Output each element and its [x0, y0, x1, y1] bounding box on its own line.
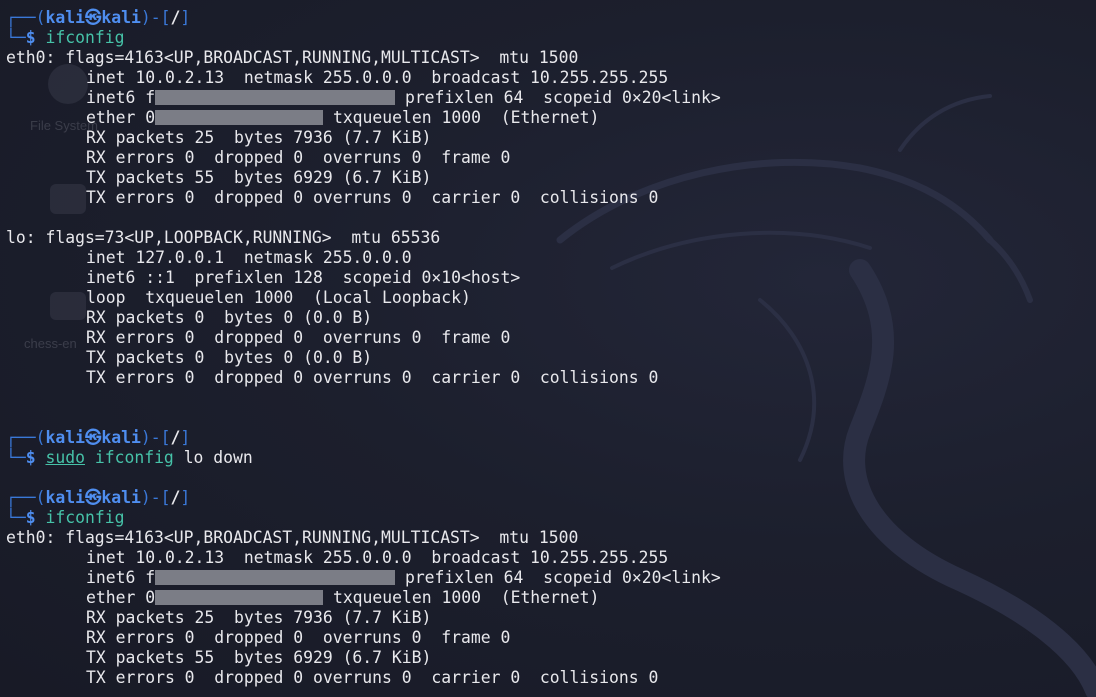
- redacted-mac: [155, 590, 324, 605]
- eth0-rx-packets: RX packets 25 bytes 7936 (7.7 KiB): [86, 128, 432, 147]
- lo-inet: inet 127.0.0.1 netmask 255.0.0.0: [86, 248, 412, 267]
- prompt-symbol: $: [25, 28, 36, 47]
- command-args: lo down: [183, 448, 253, 467]
- eth0-tx-packets: TX packets 55 bytes 6929 (6.7 KiB): [86, 168, 432, 187]
- prompt-user: kali: [45, 428, 85, 447]
- eth0-rx-errors: RX errors 0 dropped 0 overruns 0 frame 0: [86, 148, 511, 167]
- redacted-ipv6: [155, 90, 396, 105]
- command-text: ifconfig: [94, 448, 174, 467]
- prompt-line: ┌──(kali㉿kali)-[/]: [6, 428, 191, 447]
- eth0-inet: inet 10.0.2.13 netmask 255.0.0.0 broadca…: [86, 68, 669, 87]
- sudo-command: sudo: [45, 448, 85, 467]
- prompt-dir: /: [170, 488, 181, 507]
- eth0-ether: ether 0 txqueuelen 1000 (Ethernet): [86, 108, 600, 127]
- prompt-corner: ┌──(: [6, 8, 46, 27]
- lo-tx-errors: TX errors 0 dropped 0 overruns 0 carrier…: [86, 368, 659, 387]
- prompt-dir: /: [170, 428, 181, 447]
- eth0-tx-errors: TX errors 0 dropped 0 overruns 0 carrier…: [86, 668, 659, 687]
- command-text: ifconfig: [45, 28, 125, 47]
- command-line: └─$ ifconfig: [6, 508, 125, 527]
- eth0-inet6: inet6 f prefixlen 64 scopeid 0×20<link>: [86, 88, 721, 107]
- prompt-host: kali: [101, 8, 141, 27]
- prompt-host: kali: [101, 488, 141, 507]
- prompt-skull-icon: ㉿: [84, 8, 102, 27]
- lo-inet6: inet6 ::1 prefixlen 128 scopeid 0×10<hos…: [86, 268, 521, 287]
- eth0-tx-errors: TX errors 0 dropped 0 overruns 0 carrier…: [86, 188, 659, 207]
- redacted-mac: [155, 110, 324, 125]
- prompt-line: ┌──(kali㉿kali)-[/]: [6, 488, 191, 507]
- eth0-inet6: inet6 f prefixlen 64 scopeid 0×20<link>: [86, 568, 721, 587]
- command-text: ifconfig: [45, 508, 125, 527]
- eth0-header: eth0: flags=4163<UP,BROADCAST,RUNNING,MU…: [6, 528, 579, 547]
- prompt-user: kali: [45, 8, 85, 27]
- prompt-dir: /: [170, 8, 181, 27]
- eth0-tx-packets: TX packets 55 bytes 6929 (6.7 KiB): [86, 648, 432, 667]
- eth0-rx-packets: RX packets 25 bytes 7936 (7.7 KiB): [86, 608, 432, 627]
- lo-loop: loop txqueuelen 1000 (Local Loopback): [86, 288, 471, 307]
- command-line: └─$ ifconfig: [6, 28, 125, 47]
- eth0-inet: inet 10.0.2.13 netmask 255.0.0.0 broadca…: [86, 548, 669, 567]
- command-line: └─$ sudo ifconfig lo down: [6, 448, 253, 467]
- lo-tx-packets: TX packets 0 bytes 0 (0.0 B): [86, 348, 373, 367]
- prompt-skull-icon: ㉿: [84, 428, 102, 447]
- prompt-line: ┌──(kali㉿kali)-[/]: [6, 8, 191, 27]
- prompt-skull-icon: ㉿: [84, 488, 102, 507]
- eth0-rx-errors: RX errors 0 dropped 0 overruns 0 frame 0: [86, 628, 511, 647]
- eth0-header: eth0: flags=4163<UP,BROADCAST,RUNNING,MU…: [6, 48, 579, 67]
- prompt-symbol: $: [25, 508, 36, 527]
- lo-rx-packets: RX packets 0 bytes 0 (0.0 B): [86, 308, 373, 327]
- prompt-host: kali: [101, 428, 141, 447]
- lo-header: lo: flags=73<UP,LOOPBACK,RUNNING> mtu 65…: [6, 228, 441, 247]
- lo-rx-errors: RX errors 0 dropped 0 overruns 0 frame 0: [86, 328, 511, 347]
- redacted-ipv6: [155, 570, 396, 585]
- prompt-symbol: $: [25, 448, 36, 467]
- terminal-window[interactable]: File System chess-en ┌──(kali㉿kali)-[/] …: [0, 0, 1096, 697]
- eth0-ether: ether 0 txqueuelen 1000 (Ethernet): [86, 588, 600, 607]
- prompt-user: kali: [45, 488, 85, 507]
